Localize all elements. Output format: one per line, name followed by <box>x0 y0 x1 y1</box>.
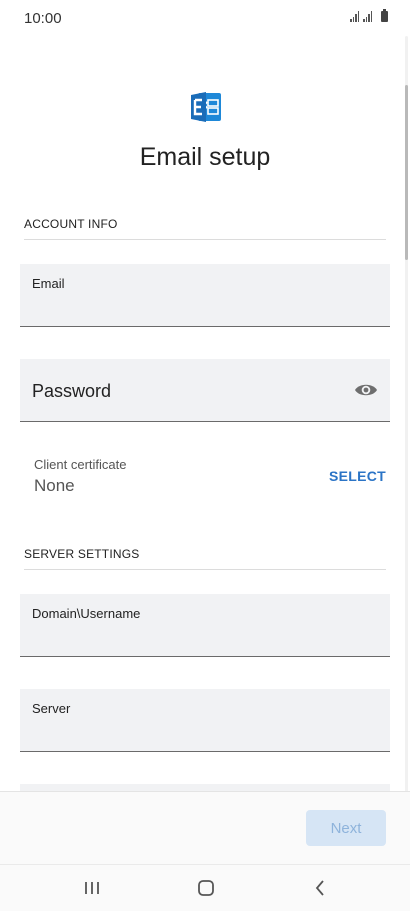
client-certificate-label: Client certificate <box>34 457 127 472</box>
server-field[interactable]: Server <box>20 689 390 752</box>
password-field[interactable]: Password <box>20 359 390 422</box>
signal-icon <box>350 11 359 22</box>
next-button[interactable]: Next <box>306 810 386 846</box>
select-certificate-button[interactable]: SELECT <box>329 468 386 484</box>
status-bar: 10:00 <box>0 0 410 36</box>
email-field[interactable]: Email <box>20 264 390 327</box>
client-certificate-value: None <box>34 476 75 495</box>
system-navigation-bar <box>0 864 410 911</box>
status-time: 10:00 <box>24 10 62 27</box>
eye-icon[interactable] <box>354 381 378 399</box>
account-info-divider <box>24 239 386 240</box>
footer-bar: Next <box>0 791 410 864</box>
status-icons <box>350 9 388 22</box>
server-settings-heading: SERVER SETTINGS <box>24 547 140 561</box>
email-field-label: Email <box>32 276 65 291</box>
scrollbar-thumb[interactable] <box>405 85 408 260</box>
server-field-label: Server <box>32 701 71 716</box>
recent-apps-icon[interactable] <box>80 877 104 899</box>
domain-username-field-label: Domain\Username <box>32 606 141 621</box>
home-icon[interactable] <box>194 877 218 899</box>
domain-username-field[interactable]: Domain\Username <box>20 594 390 657</box>
signal-icon-2 <box>363 11 372 22</box>
exchange-logo-icon <box>191 92 221 122</box>
battery-icon <box>381 9 388 22</box>
server-settings-divider <box>24 569 386 570</box>
back-icon[interactable] <box>309 877 333 899</box>
account-info-heading: ACCOUNT INFO <box>24 217 118 231</box>
password-field-label: Password <box>32 381 112 401</box>
page-title: Email setup <box>139 143 271 171</box>
email-setup-screen: 10:00 Email setup ACCOUNT INFO Email Pas… <box>0 0 410 911</box>
